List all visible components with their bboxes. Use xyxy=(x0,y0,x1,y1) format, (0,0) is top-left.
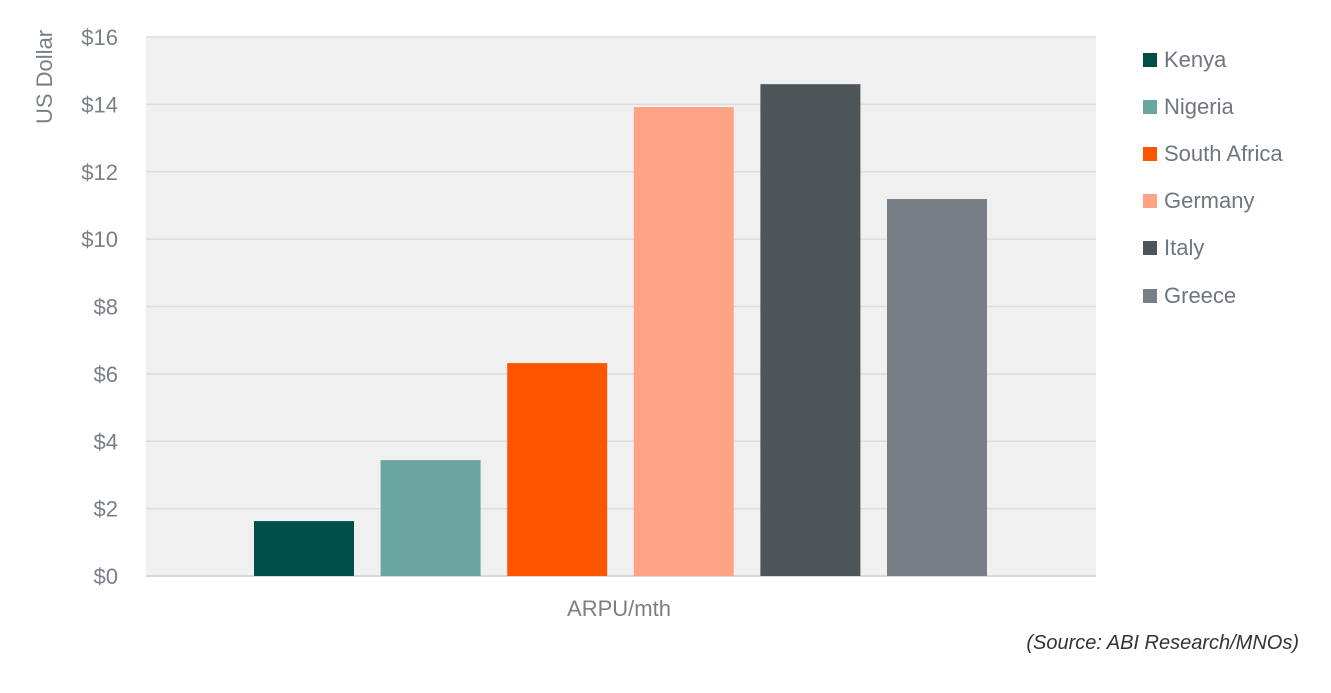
y-tick-labels: $0 $2 $4 $6 $8 $10 $12 $14 $16 xyxy=(81,25,118,589)
legend-swatch xyxy=(1143,288,1157,303)
x-axis-label: ARPU/mth xyxy=(567,596,671,621)
legend-label: South Africa xyxy=(1164,140,1283,166)
legend-item: Kenya xyxy=(1143,36,1283,83)
bar-kenya xyxy=(254,521,354,576)
bar-greece xyxy=(887,199,987,577)
y-tick-label: $8 xyxy=(94,295,118,320)
legend-label: Greece xyxy=(1164,282,1237,308)
legend-item: Germany xyxy=(1143,178,1283,225)
bar-south-africa xyxy=(507,363,608,576)
y-tick-label: $2 xyxy=(94,497,118,522)
legend-label: Kenya xyxy=(1164,46,1227,72)
bar-nigeria xyxy=(380,460,481,576)
y-tick-label: $12 xyxy=(81,160,118,185)
y-tick-label: $0 xyxy=(94,564,118,589)
legend-label: Germany xyxy=(1164,188,1255,214)
legend-label: Nigeria xyxy=(1164,93,1234,119)
legend-swatch xyxy=(1143,146,1157,161)
legend-swatch xyxy=(1143,99,1157,114)
y-tick-label: $6 xyxy=(94,362,118,387)
legend-swatch xyxy=(1143,194,1157,209)
legend-item: Nigeria xyxy=(1143,83,1283,130)
legend-item: South Africa xyxy=(1143,130,1283,177)
y-tick-label: $4 xyxy=(94,429,118,454)
legend-item: Italy xyxy=(1143,225,1283,272)
legend: Kenya Nigeria South Africa Germany Italy Gree… xyxy=(1143,36,1283,319)
legend-swatch xyxy=(1143,52,1157,67)
legend-swatch xyxy=(1143,241,1157,256)
legend-label: Italy xyxy=(1164,235,1205,261)
bar-italy xyxy=(760,84,861,576)
y-tick-label: $10 xyxy=(81,227,118,252)
y-tick-label: $16 xyxy=(81,25,118,50)
source-note: (Source: ABI Research/MNOs) xyxy=(1026,632,1299,654)
y-tick-label: $14 xyxy=(81,92,118,117)
bar-chart: $0 $2 $4 $6 $8 $10 $12 $14 $16 US Dollar ARPU/mt… xyxy=(32,25,1096,621)
bar-germany xyxy=(633,107,734,576)
y-axis-label: US Dollar xyxy=(32,30,57,124)
legend-item: Greece xyxy=(1143,272,1283,319)
